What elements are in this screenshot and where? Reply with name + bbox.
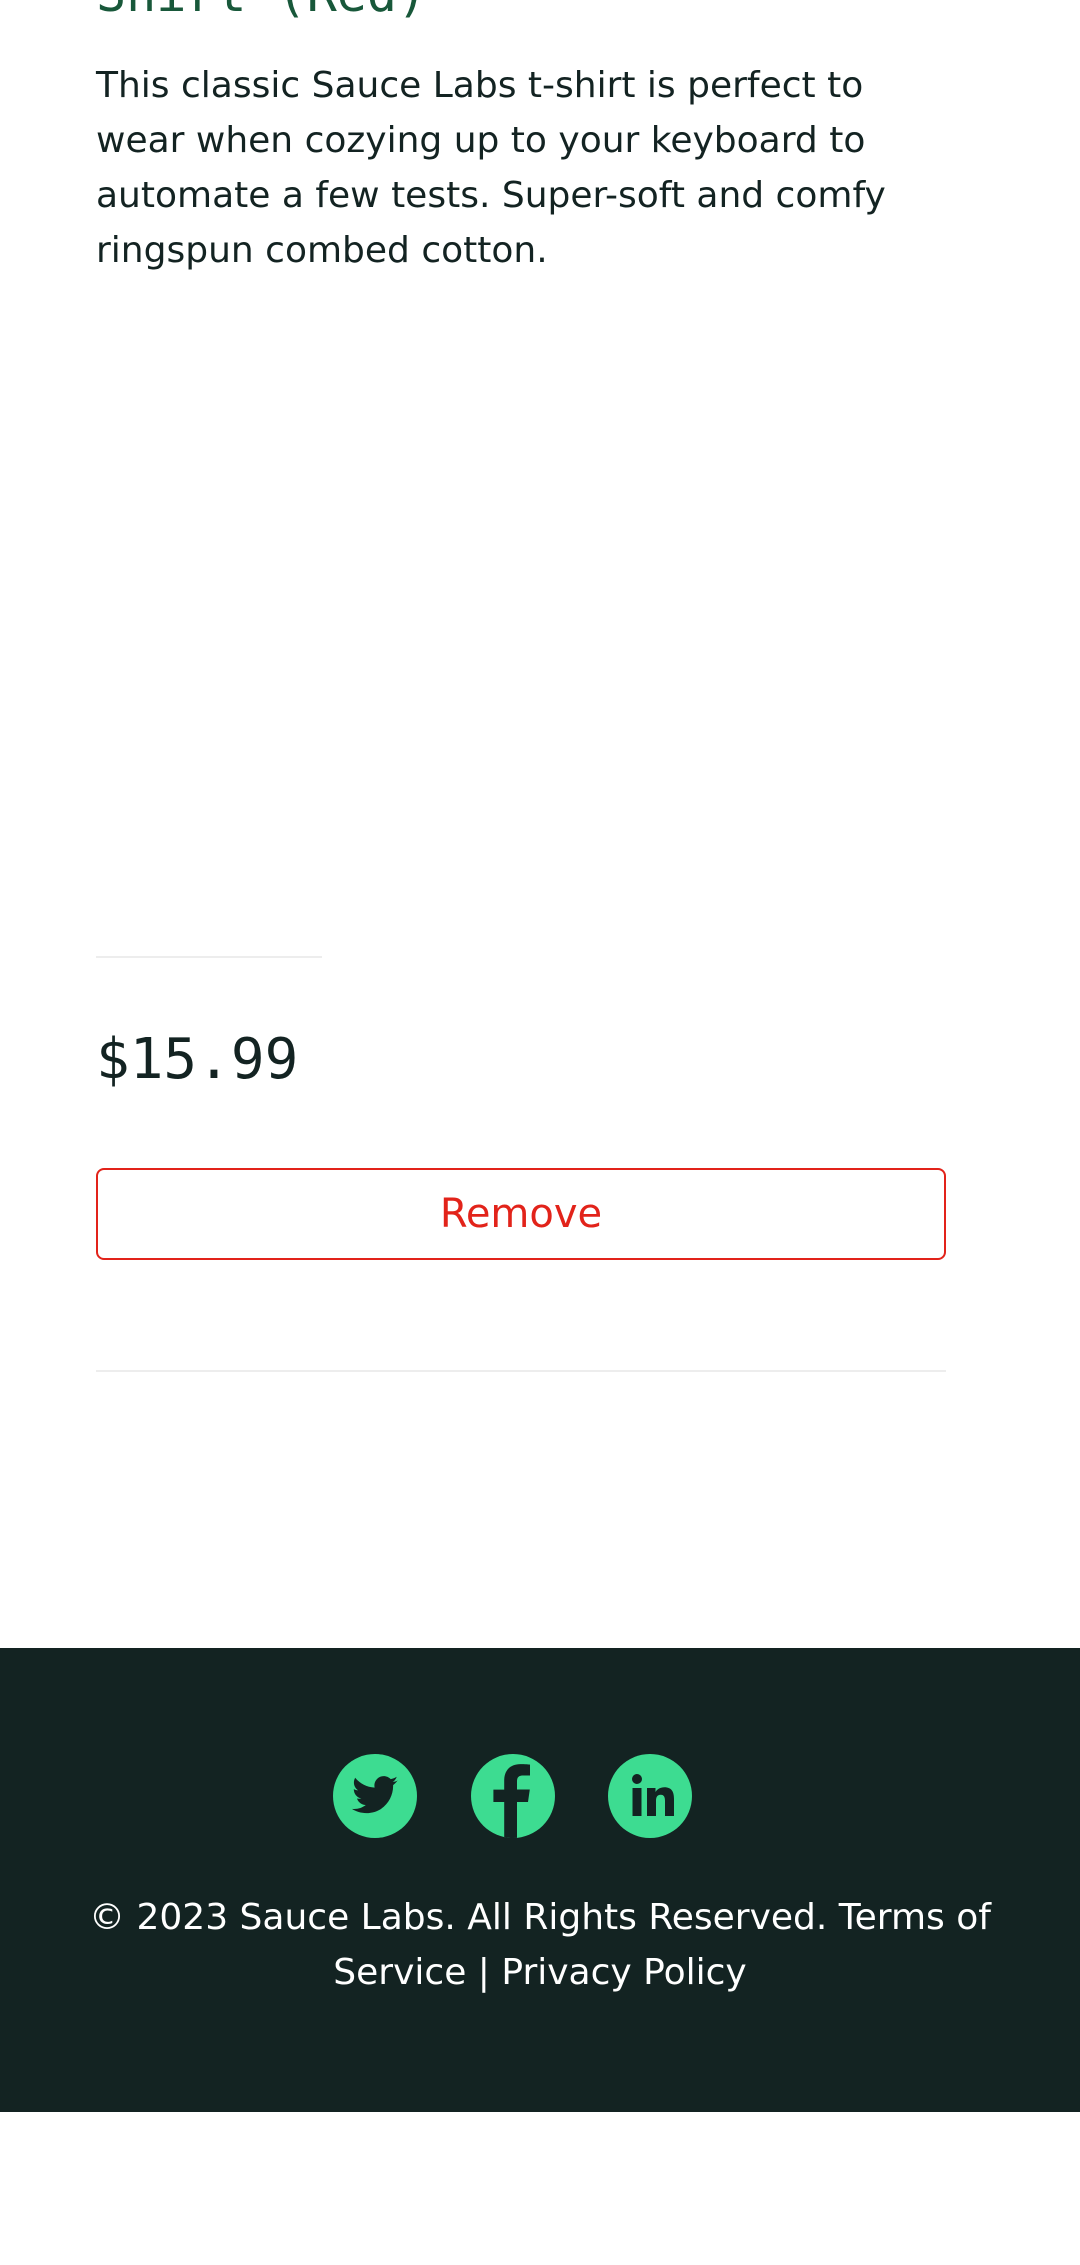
footer: © 2023 Sauce Labs. All Rights Reserved. …	[0, 1648, 1080, 2112]
linkedin-link[interactable]	[608, 1754, 692, 1838]
facebook-link[interactable]	[471, 1754, 555, 1838]
product-description: This classic Sauce Labs t-shirt is perfe…	[96, 65, 886, 271]
linkedin-icon	[632, 1774, 674, 1816]
twitter-link[interactable]	[333, 1754, 417, 1838]
facebook-icon	[493, 1764, 530, 1838]
product-price: $15.99	[96, 1027, 299, 1092]
remove-button[interactable]: Remove	[96, 1168, 946, 1260]
price-divider	[96, 956, 322, 958]
twitter-icon	[351, 1776, 398, 1814]
section-divider	[96, 1370, 946, 1372]
footer-copyright: © 2023 Sauce Labs. All Rights Reserved. …	[89, 1897, 991, 1993]
social-links	[0, 1754, 1080, 1838]
product-title: Shirt (Red)	[96, 0, 427, 24]
